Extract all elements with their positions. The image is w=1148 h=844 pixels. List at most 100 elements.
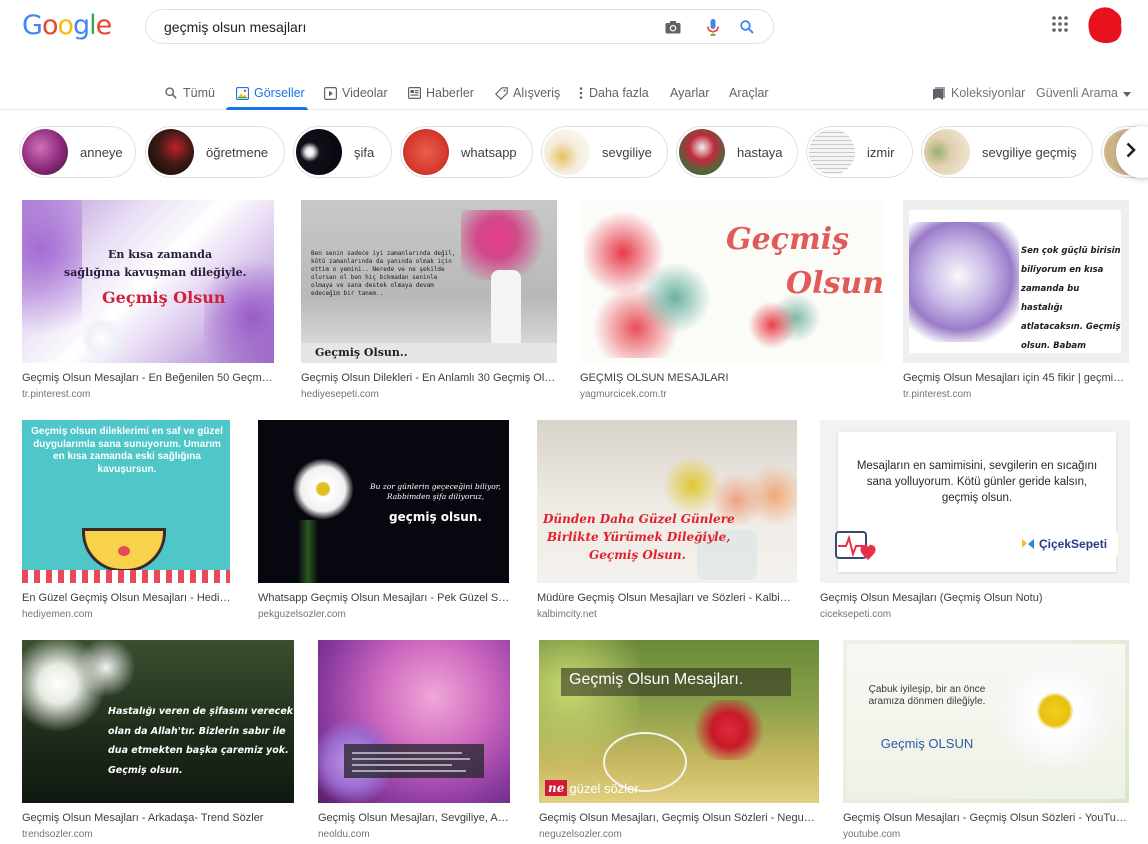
overlay-text: Geçmiş OLSUN <box>880 736 974 751</box>
chip-ogretmene[interactable]: öğretmene <box>145 126 285 178</box>
image-result[interactable]: Geçmiş Olsun Mesajları, Sevgiliye, Aile … <box>318 640 516 840</box>
overlay-text: Geçmiş <box>726 222 850 257</box>
overlay-text: Geçmiş Olsun.. <box>315 346 408 359</box>
chip-thumbnail <box>148 129 194 175</box>
chip-thumbnail <box>809 129 855 175</box>
tools-link[interactable]: Araçlar <box>729 82 769 104</box>
chip-thumbnail <box>679 129 725 175</box>
chip-anneye[interactable]: anneye <box>19 126 136 178</box>
result-thumbnail: Geçmiş Olsun <box>580 200 884 363</box>
heart-monitor-icon <box>834 528 878 568</box>
result-source: ciceksepeti.com <box>820 609 892 620</box>
overlay-text: Geçmiş Olsun <box>102 288 226 307</box>
chip-thumbnail <box>544 129 590 175</box>
image-result[interactable]: Mesajların en samimisini, sevgilerin en … <box>820 420 1132 620</box>
active-tab-indicator <box>226 107 308 110</box>
tab-more[interactable]: Daha fazla <box>578 82 649 104</box>
overlay-text: Bu zor günlerin geçeceğini biliyor, Rabb… <box>370 482 501 501</box>
overlay-text: En kısa zamanda <box>108 248 213 261</box>
search-input[interactable] <box>164 17 644 37</box>
result-source: yagmurcicek.com.tr <box>580 389 667 400</box>
image-result[interactable]: En kısa zamanda sağlığına kavuşman dileğ… <box>22 200 278 400</box>
overlay-text: Dünden Daha Güzel Günlere <box>543 512 735 526</box>
image-result[interactable]: Geçmiş olsun dileklerimi en saf ve güzel… <box>22 420 236 620</box>
result-thumbnail: Sen çok güçlü birisin biliyorum en kısa … <box>903 200 1129 363</box>
mic-icon[interactable] <box>704 18 722 36</box>
safe-search-dropdown[interactable]: Güvenli Arama <box>1036 82 1131 104</box>
chip-thumbnail <box>22 129 68 175</box>
chip-izmir[interactable]: izmir <box>806 126 913 178</box>
images-icon <box>235 86 249 100</box>
tab-shopping[interactable]: Alışveriş <box>494 82 560 104</box>
logo-letter: o <box>41 10 59 41</box>
image-result[interactable]: Dünden Daha Güzel Günlere Birlikte Yürüm… <box>537 420 801 620</box>
tab-label: Daha fazla <box>589 86 649 100</box>
tab-label: Haberler <box>426 86 474 100</box>
news-icon <box>407 86 421 100</box>
result-source: trendsozler.com <box>22 829 93 840</box>
tab-images[interactable]: Görseller <box>235 82 305 104</box>
overlay-text: Geçmiş Olsun Mesajları. <box>569 671 744 688</box>
result-source: tr.pinterest.com <box>22 389 91 400</box>
image-result[interactable]: Sen çok güçlü birisin biliyorum en kısa … <box>903 200 1131 400</box>
chip-hastaya[interactable]: hastaya <box>676 126 798 178</box>
caret-down-icon <box>1122 86 1131 100</box>
chip-label: şifa <box>354 144 375 160</box>
logo-letter: g <box>73 10 90 41</box>
chip-sevgiliye-gecmis[interactable]: sevgiliye geçmiş <box>921 126 1093 178</box>
chip-sifa[interactable]: şifa <box>293 126 392 178</box>
logo-letter: o <box>57 10 74 41</box>
tab-videos[interactable]: Videolar <box>323 82 388 104</box>
apps-icon[interactable] <box>1051 15 1071 35</box>
overlay-text: Geçmiş olsun dileklerimi en saf ve güzel… <box>31 426 223 475</box>
result-title: Whatsapp Geçmiş Olsun Mesajları - Pek Gü… <box>258 592 512 604</box>
result-thumbnail: En kısa zamanda sağlığına kavuşman dileğ… <box>22 200 274 363</box>
overlay-text: sağlığına kavuşman dileğiyle. <box>64 266 247 279</box>
result-title: GEÇMİŞ OLSUN MESAJLARI <box>580 372 729 384</box>
result-title: Geçmiş Olsun Mesajları (Geçmiş Olsun Not… <box>820 592 1043 604</box>
result-thumbnail: Geçmiş Olsun Mesajları. ne güzel sözler <box>539 640 819 803</box>
chevron-right-icon <box>1126 142 1136 163</box>
overlay-text: Sen çok güçlü birisin biliyorum en kısa … <box>1021 246 1121 351</box>
collections-label: Koleksiyonlar <box>951 86 1026 100</box>
logo-text: ÇiçekSepeti <box>1039 537 1108 551</box>
result-thumbnail: Bu zor günlerin geçeceğini biliyor, Rabb… <box>258 420 509 583</box>
result-source: tr.pinterest.com <box>903 389 972 400</box>
result-thumbnail: Geçmiş olsun dileklerimi en saf ve güzel… <box>22 420 230 583</box>
chip-whatsapp[interactable]: whatsapp <box>400 126 533 178</box>
logo-letter: G <box>22 10 43 41</box>
image-result[interactable]: Geçmiş Olsun Mesajları. ne güzel sözler … <box>539 640 821 840</box>
chip-label: sevgiliye <box>602 144 652 160</box>
chip-sevgiliye[interactable]: sevgiliye <box>541 126 668 178</box>
tab-label: Alışveriş <box>513 86 561 100</box>
tab-label: Görseller <box>254 86 305 100</box>
google-logo[interactable]: Google <box>22 10 112 41</box>
tag-icon <box>494 86 508 100</box>
image-result[interactable]: Geçmiş Olsun GEÇMİŞ OLSUN MESAJLARI yagm… <box>580 200 886 400</box>
search-box <box>145 9 774 44</box>
bookmark-icon <box>932 86 946 100</box>
result-title: En Güzel Geçmiş Olsun Mesajları - Hediye… <box>22 592 232 604</box>
tab-news[interactable]: Haberler <box>407 82 474 104</box>
result-thumbnail: Dünden Daha Güzel Günlere Birlikte Yürüm… <box>537 420 797 583</box>
collections-link[interactable]: Koleksiyonlar <box>932 82 1025 104</box>
camera-icon[interactable] <box>664 18 682 36</box>
image-result[interactable]: Hastalığı veren de şifasını verecek olan… <box>22 640 296 840</box>
chip-label: izmir <box>867 144 895 160</box>
settings-link[interactable]: Ayarlar <box>670 82 709 104</box>
tab-all[interactable]: Tümü <box>164 82 215 104</box>
chip-label: öğretmene <box>206 144 269 160</box>
search-icon[interactable] <box>738 18 756 36</box>
logo-text: güzel sözler <box>569 780 639 796</box>
image-result[interactable]: Çabuk iyileşip, bir an önce aramıza dönm… <box>843 640 1131 840</box>
result-source: pekguzelsozler.com <box>258 609 346 620</box>
overlay-text: Hastalığı veren de şifasını verecek olan… <box>108 706 294 776</box>
image-result[interactable]: Bu zor günlerin geçeceğini biliyor, Rabb… <box>258 420 514 620</box>
safe-search-label: Güvenli Arama <box>1036 86 1118 100</box>
tab-label: Tümü <box>183 86 215 100</box>
image-result[interactable]: Ben senin sadece iyi zamanlarında değil,… <box>301 200 561 400</box>
chip-label: sevgiliye geçmiş <box>982 144 1077 160</box>
avatar[interactable] <box>1087 6 1123 44</box>
result-thumbnail: Hastalığı veren de şifasını verecek olan… <box>22 640 294 803</box>
header: Google <box>0 0 1148 52</box>
